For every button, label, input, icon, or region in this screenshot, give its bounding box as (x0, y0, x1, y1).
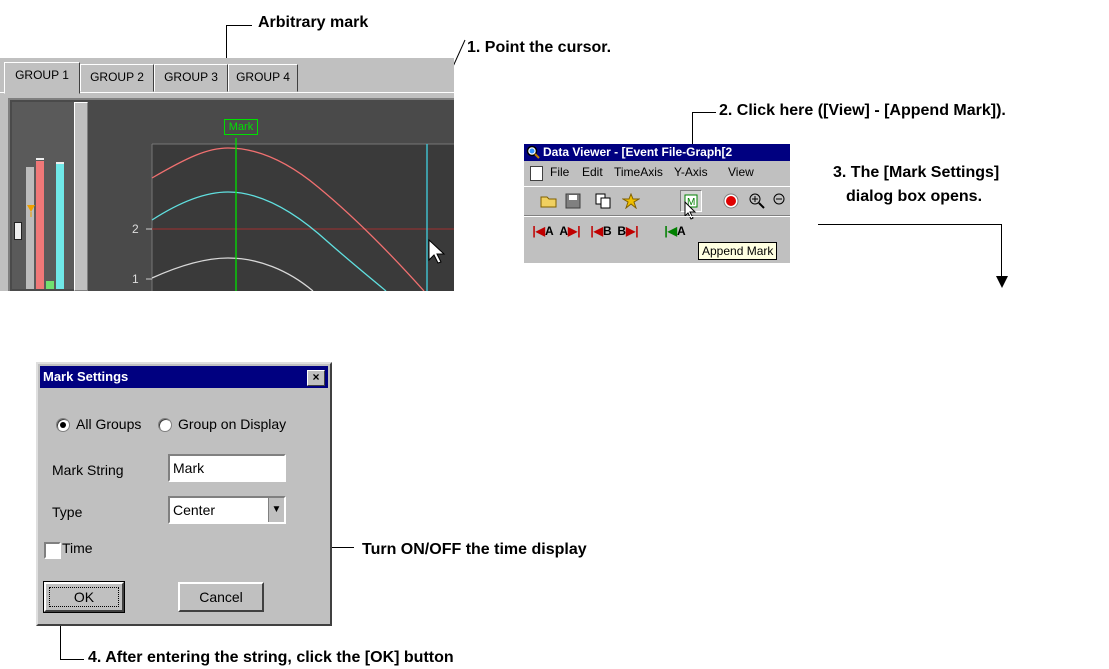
radio-all-groups[interactable] (56, 418, 70, 432)
tab-group-1[interactable]: GROUP 1 (4, 62, 80, 94)
time-checkbox-label: Time (62, 540, 93, 556)
leader-step2-h (692, 112, 716, 113)
menu-file[interactable]: File (550, 165, 569, 179)
append-mark-tooltip: Append Mark (698, 242, 778, 260)
viewer-menubar: File Edit TimeAxis Y-Axis View (524, 162, 790, 184)
level-bar-gray (26, 167, 34, 289)
callout-step3-line2: dialog box opens. (846, 188, 983, 205)
leader-step3-h (818, 224, 1002, 225)
menu-edit[interactable]: Edit (582, 165, 603, 179)
nav-a-right-button[interactable]: A▶| (558, 220, 582, 242)
vertical-scroll-strip[interactable] (74, 102, 88, 291)
tab-group-3[interactable]: GROUP 3 (154, 64, 228, 92)
ok-button[interactable]: OK (43, 581, 125, 613)
document-icon (530, 166, 543, 181)
radio-group-on-display-label: Group on Display (178, 416, 287, 432)
plot-background (152, 144, 454, 291)
nav-a-green-button[interactable]: |◀A (662, 220, 688, 242)
type-dropdown[interactable]: Center ▼ (168, 496, 286, 524)
cancel-button[interactable]: Cancel (178, 582, 264, 612)
tab-group-2[interactable]: GROUP 2 (80, 64, 154, 92)
settings-star-icon[interactable] (620, 190, 642, 212)
leader-step3-v (1001, 224, 1002, 282)
callout-step4: 4. After entering the string, click the … (88, 649, 454, 666)
graph-window: GROUP 1 GROUP 2 GROUP 3 GROUP 4 Mark 2 1 (0, 58, 454, 291)
mark-settings-dialog: Mark Settings × All Groups Group on Disp… (36, 362, 332, 626)
open-folder-icon[interactable] (538, 190, 560, 212)
time-checkbox[interactable] (44, 542, 61, 559)
viewer-titlebar: Data Viewer - [Event File-Graph[2 (524, 144, 790, 161)
type-dropdown-value: Center (173, 502, 216, 518)
graph-area: Mark 2 1 (8, 98, 454, 291)
dialog-titlebar: Mark Settings × (40, 366, 328, 388)
app-magnifier-icon (526, 145, 540, 159)
callout-arbitrary-mark: Arbitrary mark (258, 14, 369, 31)
ok-focus-rect (49, 587, 119, 607)
callout-step3-line1: 3. The [Mark Settings] (833, 164, 1000, 181)
leader-step4-h (60, 659, 84, 660)
tab-group-4[interactable]: GROUP 4 (228, 64, 298, 92)
menu-view[interactable]: View (728, 165, 754, 179)
nav-b-left-button[interactable]: |◀B (588, 220, 614, 242)
group-tab-bar: GROUP 1 GROUP 2 GROUP 3 GROUP 4 (0, 58, 454, 94)
mark-label: Mark (224, 119, 258, 135)
leader-arbitrary-mark-h (226, 25, 252, 26)
zoom-in-icon[interactable] (746, 190, 768, 212)
level-bar-cyan (56, 163, 64, 289)
y-tick-label-2: 2 (132, 222, 139, 236)
level-bar-green (46, 281, 54, 289)
navigation-toolbar: |◀A A▶| |◀B B▶| |◀A (524, 216, 790, 245)
callout-step2: 2. Click here ([View] - [Append Mark]). (719, 102, 1006, 119)
scale-handle-left[interactable] (14, 222, 22, 240)
y-tick-label-1: 1 (132, 272, 139, 286)
radio-group-on-display[interactable] (158, 418, 172, 432)
nav-b-right-button[interactable]: B▶| (616, 220, 640, 242)
main-toolbar: M (524, 186, 790, 220)
nav-a-left-button[interactable]: |◀A (530, 220, 556, 242)
save-disk-icon[interactable] (562, 190, 584, 212)
level-bar-panel (12, 102, 76, 289)
menu-y-axis[interactable]: Y-Axis (674, 165, 708, 179)
radio-all-groups-label: All Groups (76, 416, 142, 432)
zoom-out-icon[interactable] (770, 190, 790, 212)
trend-plot (146, 138, 454, 291)
viewer-title: Data Viewer - [Event File-Graph[2 (543, 145, 733, 159)
data-viewer-window: Data Viewer - [Event File-Graph[2 File E… (524, 144, 790, 263)
close-button[interactable]: × (307, 370, 325, 386)
record-red-icon[interactable] (720, 190, 742, 212)
level-bar-cyan-cap (56, 162, 64, 164)
callout-step1: 1. Point the cursor. (467, 39, 612, 56)
dialog-title: Mark Settings (43, 369, 129, 384)
menu-timeaxis[interactable]: TimeAxis (614, 165, 663, 179)
arrowhead-step3 (996, 276, 1008, 288)
chevron-down-icon[interactable]: ▼ (268, 498, 284, 522)
type-label: Type (52, 504, 83, 520)
mark-string-input[interactable]: Mark (168, 454, 286, 482)
mark-string-label: Mark String (52, 462, 124, 478)
level-bar-red-cap (36, 158, 44, 160)
copy-icon[interactable] (592, 190, 614, 212)
alarm-marker-icon (27, 205, 35, 217)
callout-time-toggle: Turn ON/OFF the time display (362, 541, 587, 558)
level-bar-red (36, 161, 44, 289)
